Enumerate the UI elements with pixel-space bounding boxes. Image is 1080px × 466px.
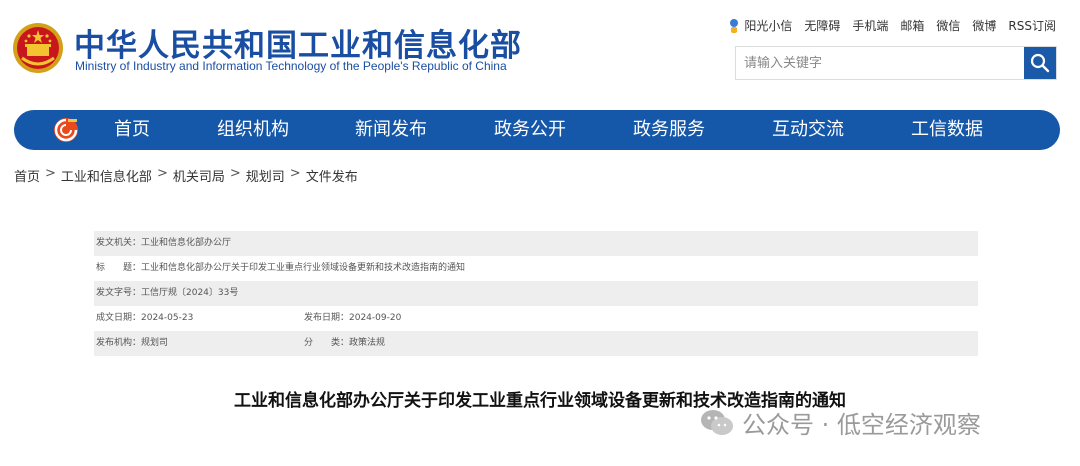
- meta-category: 分 类：政策法规: [304, 338, 386, 348]
- nav-item-interaction[interactable]: 互动交流: [772, 110, 844, 150]
- watermark: 公众号 · 低空经济观察: [700, 405, 981, 440]
- top-link-rss[interactable]: RSS订阅: [1008, 17, 1056, 34]
- top-link-mailbox[interactable]: 邮箱: [900, 17, 924, 34]
- nav-item-data[interactable]: 工信数据: [911, 110, 983, 150]
- search-button[interactable]: [1024, 47, 1056, 79]
- document-metadata: 发文机关：工业和信息化部办公厅 标 题：工业和信息化部办公厅关于印发工业重点行业…: [94, 231, 978, 356]
- nav-item-home[interactable]: 首页: [114, 110, 150, 150]
- breadcrumb-planning-dept[interactable]: 规划司: [246, 166, 285, 185]
- site-subtitle: Ministry of Industry and Information Tec…: [75, 59, 507, 73]
- watermark-text: 公众号 · 低空经济观察: [742, 411, 981, 439]
- main-nav: 首页 组织机构 新闻发布 政务公开 政务服务 互动交流 工信数据: [14, 110, 1060, 150]
- search-input[interactable]: [736, 47, 1024, 79]
- search-icon: [1030, 53, 1050, 73]
- top-link-accessibility[interactable]: 无障碍: [804, 17, 840, 34]
- breadcrumb-separator: >: [156, 166, 168, 181]
- national-emblem-icon: [13, 23, 63, 73]
- meta-created-date: 成文日期：2024-05-23: [96, 313, 194, 323]
- wechat-icon: [701, 409, 733, 435]
- meta-row-doc-number: 发文字号：工信厅规〔2024〕33号: [94, 281, 978, 306]
- breadcrumb-separator: >: [45, 166, 56, 181]
- breadcrumb: 首页 > 工业和信息化部 > 机关司局 > 规划司 > 文件发布: [14, 166, 358, 185]
- meta-publisher: 发布机构：规划司: [96, 338, 169, 348]
- top-link-label: 阳光小信: [744, 19, 793, 33]
- nav-item-organization[interactable]: 组织机构: [217, 110, 289, 150]
- breadcrumb-separator: >: [289, 166, 301, 181]
- meta-publish-date: 发布日期：2024-09-20: [304, 313, 402, 323]
- top-link-mobile[interactable]: 手机端: [852, 17, 888, 34]
- breadcrumb-departments[interactable]: 机关司局: [173, 166, 225, 185]
- nav-item-gov-services[interactable]: 政务服务: [633, 110, 705, 150]
- breadcrumb-documents[interactable]: 文件发布: [306, 166, 358, 185]
- top-link-wechat[interactable]: 微信: [936, 17, 960, 34]
- top-link-weibo[interactable]: 微博: [972, 17, 996, 34]
- breadcrumb-ministry[interactable]: 工业和信息化部: [61, 166, 152, 185]
- meta-issuer: 发文机关：工业和信息化部办公厅: [96, 238, 232, 248]
- nav-item-gov-affairs-open[interactable]: 政务公开: [494, 110, 566, 150]
- miit-logo-icon: [54, 118, 78, 142]
- meta-row-dates: 成文日期：2024-05-23 发布日期：2024-09-20: [94, 306, 978, 331]
- search-box: [735, 46, 1057, 80]
- meta-row-issuer: 发文机关：工业和信息化部办公厅: [94, 231, 978, 256]
- breadcrumb-home[interactable]: 首页: [14, 166, 40, 185]
- mascot-icon: [730, 18, 739, 33]
- meta-row-publisher: 发布机构：规划司 分 类：政策法规: [94, 331, 978, 356]
- top-link-sunshine[interactable]: 阳光小信: [728, 17, 792, 34]
- nav-item-news[interactable]: 新闻发布: [355, 110, 427, 150]
- meta-doc-number: 发文字号：工信厅规〔2024〕33号: [96, 288, 239, 298]
- breadcrumb-separator: >: [229, 166, 241, 181]
- top-links: 阳光小信 无障碍 手机端 邮箱 微信 微博 RSS订阅: [728, 17, 1056, 34]
- meta-title: 标 题：工业和信息化部办公厅关于印发工业重点行业领域设备更新和技术改造指南的通知: [96, 263, 466, 273]
- meta-row-title: 标 题：工业和信息化部办公厅关于印发工业重点行业领域设备更新和技术改造指南的通知: [94, 256, 978, 281]
